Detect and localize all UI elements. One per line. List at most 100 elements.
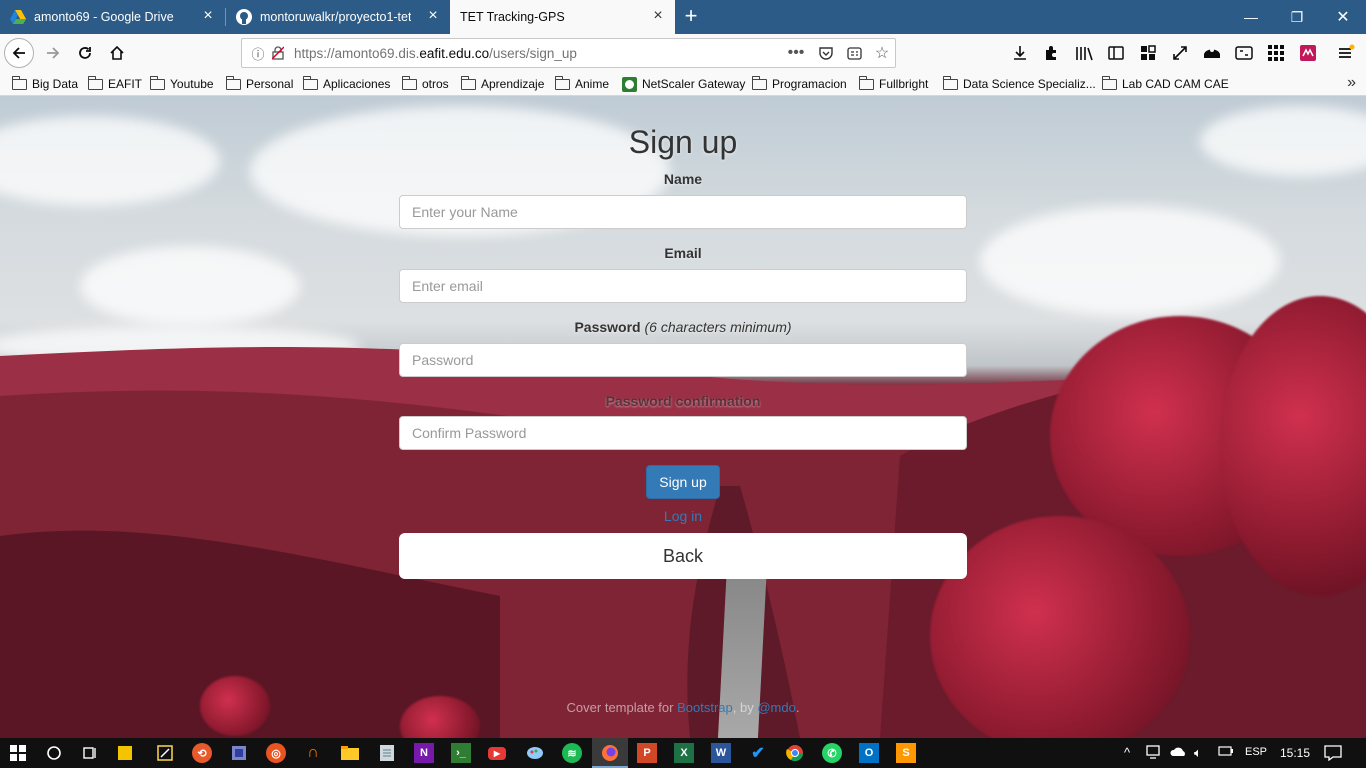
whatsapp-icon[interactable]: ✆ [822,743,842,763]
sign-up-button[interactable]: Sign up [646,465,720,499]
addon-grid-icon[interactable] [1138,43,1158,63]
folder-icon [859,75,874,90]
tab-tet-tracking[interactable]: TET Tracking-GPS × [450,0,675,34]
ubuntu-icon[interactable]: ◎ [266,743,286,763]
language-indicator[interactable]: ESP [1245,746,1267,758]
page-actions-icon[interactable]: ••• [788,44,805,61]
firefox-icon[interactable] [600,743,620,763]
notepad-icon[interactable] [377,743,397,763]
minimize-icon[interactable]: — [1228,0,1274,34]
spotify-icon[interactable]: ≋ [562,743,582,763]
bookmark-big-data[interactable]: Big Data [12,75,78,92]
notifications-icon[interactable] [1324,745,1342,764]
close-window-icon[interactable]: ✕ [1320,0,1366,34]
screenshot-icon[interactable] [1234,43,1254,63]
bookmark-eafit[interactable]: EAFIT [88,75,142,92]
bookmark-youtube[interactable]: Youtube [150,75,214,92]
tab-github[interactable]: montoruwalkr/proyecto1-tet × [226,0,450,34]
screen: amonto69 - Google Drive × montoruwalkr/p… [0,0,1366,768]
windows-start-icon[interactable] [8,743,28,763]
back-button[interactable]: Back [399,533,967,579]
downloads-icon[interactable] [1010,43,1030,63]
close-tab-icon[interactable]: × [201,8,215,24]
restore-icon[interactable]: ❐ [1274,0,1320,34]
sidebar-icon[interactable] [1106,43,1126,63]
bookmark-programacion[interactable]: Programacion [752,75,847,92]
forward-icon[interactable] [38,38,68,68]
log-in-link[interactable]: Log in [0,508,1366,524]
mdo-link[interactable]: @mdo [757,700,796,715]
apps-grid-icon[interactable] [1266,43,1286,63]
paint-icon[interactable] [525,743,545,763]
bookmark-aprendizaje[interactable]: Aprendizaje [461,75,544,92]
password-label: Password (6 characters minimum) [574,319,792,335]
bookmark-otros[interactable]: otros [402,75,449,92]
youtube-icon[interactable]: ▶ [488,747,506,760]
chevron-right-double-icon[interactable]: » [1347,74,1356,92]
excel-icon[interactable]: X [674,743,694,763]
pocket-icon[interactable] [818,45,834,61]
email-label: Email [664,245,702,261]
battery-icon[interactable] [1218,745,1234,760]
bookmark-aplicaciones[interactable]: Aplicaciones [303,75,390,92]
bookmark-fullbright[interactable]: Fullbright [859,75,928,92]
addon-red-icon[interactable] [1298,43,1318,63]
menu-icon[interactable] [1336,43,1356,63]
reader-view-icon[interactable] [846,45,862,61]
info-icon[interactable]: ⓘ [250,45,266,62]
close-tab-icon[interactable]: × [426,8,440,24]
back-icon[interactable] [4,38,34,68]
word-icon[interactable]: W [711,743,731,763]
bookmark-data-science[interactable]: Data Science Specializ... [943,75,1096,92]
folder-icon [150,75,165,90]
extensions-icon[interactable] [1041,43,1061,63]
task-view-icon[interactable] [80,743,100,763]
browser-navbar: ⓘ https://amonto69.dis.eafit.edu.co/user… [0,34,1366,72]
tab-label: TET Tracking-GPS [460,10,565,24]
password-input[interactable] [399,343,967,377]
tab-google-drive[interactable]: amonto69 - Google Drive × [0,0,225,34]
email-input[interactable] [399,269,967,303]
bookmark-lab-cad-cam-cae[interactable]: Lab CAD CAM CAE [1102,75,1229,92]
todo-icon[interactable]: ✔ [748,743,768,763]
close-tab-icon[interactable]: × [651,8,665,24]
reload-icon[interactable] [70,38,100,68]
network-icon[interactable] [1146,745,1162,762]
chrome-icon[interactable] [785,743,805,763]
clock[interactable]: 15:15 [1280,746,1310,760]
file-explorer-icon[interactable] [340,743,360,763]
bookmark-netscaler-gateway[interactable]: NetScaler Gateway [622,76,745,92]
search-icon[interactable] [44,743,64,763]
bookmark-anime[interactable]: Anime [555,75,609,92]
name-input[interactable] [399,195,967,229]
jupyter-icon[interactable]: ∩ [303,743,323,763]
powerpoint-icon[interactable]: P [637,743,657,763]
library-icon[interactable] [1074,43,1094,63]
folder-icon [943,75,958,90]
app-orange-icon[interactable]: ⟲ [192,743,212,763]
chevron-up-icon[interactable]: ^ [1124,745,1130,760]
folder-icon [88,75,103,90]
cloud [980,206,1280,316]
account-icon[interactable] [1202,43,1222,63]
new-tab-icon[interactable]: + [680,5,702,27]
virtualbox-icon[interactable] [229,743,249,763]
folder-icon [226,75,241,90]
onenote-icon[interactable]: N [414,743,434,763]
expand-icon[interactable] [1170,43,1190,63]
bookmark-personal[interactable]: Personal [226,75,293,92]
url-bar[interactable]: ⓘ https://amonto69.dis.eafit.edu.co/user… [241,38,896,68]
outlook-icon[interactable]: O [859,743,879,763]
terminal-icon[interactable]: ›_ [451,743,471,763]
github-icon [236,9,252,25]
bootstrap-link[interactable]: Bootstrap [677,700,733,715]
bookmark-star-icon[interactable]: ☆ [874,45,890,62]
insecure-lock-icon[interactable] [270,45,286,61]
volume-icon[interactable]: 🔈︎ [1194,745,1202,761]
sticky-notes-icon[interactable] [118,746,132,760]
sublime-text-icon[interactable]: S [896,743,916,763]
network-app-icon[interactable] [155,743,175,763]
onedrive-icon[interactable] [1170,745,1188,760]
password-confirmation-input[interactable] [399,416,967,450]
home-icon[interactable] [102,38,132,68]
